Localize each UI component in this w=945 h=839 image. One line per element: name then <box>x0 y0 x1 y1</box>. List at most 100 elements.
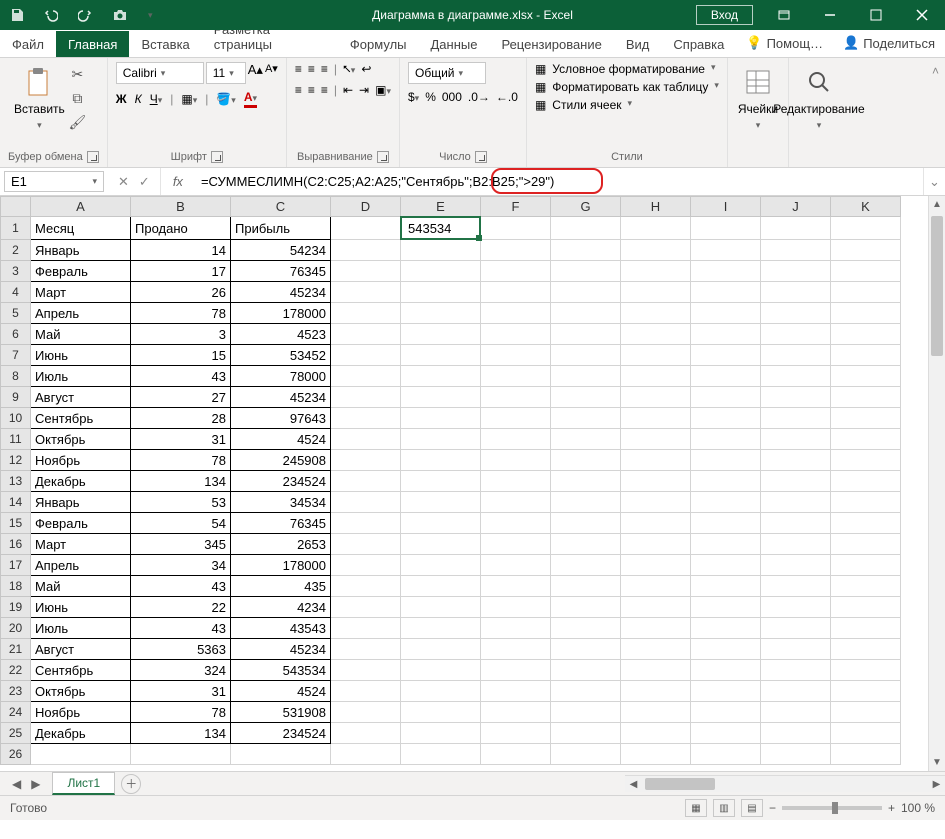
cell[interactable]: 76345 <box>231 261 331 282</box>
cell[interactable]: Прибыль <box>231 217 331 240</box>
cell[interactable] <box>621 513 691 534</box>
cell[interactable] <box>401 408 481 429</box>
cell[interactable] <box>551 471 621 492</box>
italic-icon[interactable]: К <box>135 92 142 106</box>
cell[interactable] <box>331 387 401 408</box>
cell[interactable] <box>761 450 831 471</box>
cell[interactable] <box>691 408 761 429</box>
tab-insert[interactable]: Вставка <box>129 31 201 57</box>
cell[interactable]: 43 <box>131 618 231 639</box>
cell[interactable] <box>831 387 901 408</box>
cell[interactable] <box>621 471 691 492</box>
cut-icon[interactable]: ✂ <box>67 64 87 84</box>
cell[interactable] <box>831 534 901 555</box>
cell[interactable] <box>831 217 901 240</box>
conditional-formatting-button[interactable]: ▦Условное форматирование▾ <box>535 62 716 76</box>
cell[interactable]: 34 <box>131 555 231 576</box>
cell[interactable] <box>551 408 621 429</box>
cell[interactable] <box>761 639 831 660</box>
cell[interactable] <box>401 240 481 261</box>
cell[interactable]: Август <box>31 639 131 660</box>
cell[interactable] <box>621 261 691 282</box>
cell[interactable]: 234524 <box>231 471 331 492</box>
cell[interactable] <box>761 618 831 639</box>
dialog-launcher-icon[interactable] <box>87 151 99 163</box>
cell[interactable] <box>621 660 691 681</box>
cell[interactable] <box>331 240 401 261</box>
tab-data[interactable]: Данные <box>419 31 490 57</box>
row-header[interactable]: 5 <box>1 303 31 324</box>
underline-icon[interactable]: Ч▾ <box>150 92 163 106</box>
cell[interactable] <box>551 282 621 303</box>
cell[interactable]: 531908 <box>231 702 331 723</box>
cell[interactable] <box>761 681 831 702</box>
cell[interactable] <box>761 660 831 681</box>
cell[interactable]: 4234 <box>231 597 331 618</box>
cell[interactable] <box>551 240 621 261</box>
cell[interactable] <box>761 513 831 534</box>
cell[interactable]: 245908 <box>231 450 331 471</box>
sheet-tab[interactable]: Лист1 <box>52 772 115 795</box>
cell[interactable] <box>401 723 481 744</box>
cell[interactable] <box>401 681 481 702</box>
row-header[interactable]: 1 <box>1 217 31 240</box>
cell[interactable] <box>621 723 691 744</box>
cell[interactable] <box>831 282 901 303</box>
cell[interactable] <box>401 324 481 345</box>
cell[interactable] <box>691 513 761 534</box>
camera-icon[interactable] <box>112 8 128 22</box>
tab-file[interactable]: Файл <box>0 31 56 57</box>
cell[interactable] <box>331 345 401 366</box>
cell[interactable] <box>551 429 621 450</box>
cell[interactable] <box>691 429 761 450</box>
cell[interactable] <box>481 639 551 660</box>
cell[interactable] <box>831 324 901 345</box>
cell[interactable] <box>621 303 691 324</box>
cell[interactable] <box>761 702 831 723</box>
cell[interactable] <box>621 324 691 345</box>
cell[interactable] <box>401 261 481 282</box>
cell[interactable] <box>331 723 401 744</box>
cell[interactable] <box>331 261 401 282</box>
sheet-nav-prev-icon[interactable]: ◀ <box>12 777 21 791</box>
comma-icon[interactable]: 000 <box>442 90 462 104</box>
cells-button[interactable]: Ячейки ▾ <box>736 62 780 135</box>
cell[interactable] <box>551 639 621 660</box>
cell[interactable] <box>621 429 691 450</box>
page-layout-view-icon[interactable]: ▥ <box>713 799 735 817</box>
row-header[interactable]: 25 <box>1 723 31 744</box>
cell[interactable] <box>481 681 551 702</box>
row-header[interactable]: 13 <box>1 471 31 492</box>
cell[interactable] <box>331 471 401 492</box>
worksheet-grid[interactable]: ABCDEFGHIJK1 Месяц Продано Прибыль 54353… <box>0 196 945 772</box>
col-header[interactable]: D <box>331 197 401 217</box>
cell[interactable] <box>691 681 761 702</box>
cell[interactable] <box>481 576 551 597</box>
col-header[interactable]: C <box>231 197 331 217</box>
cell[interactable] <box>761 408 831 429</box>
cell[interactable] <box>481 702 551 723</box>
border-icon[interactable]: ▦▾ <box>181 92 197 106</box>
cell[interactable] <box>481 366 551 387</box>
cell[interactable]: 53452 <box>231 345 331 366</box>
cell[interactable] <box>551 681 621 702</box>
enter-formula-icon[interactable]: ✓ <box>139 174 150 190</box>
cell[interactable] <box>761 492 831 513</box>
cell[interactable]: Месяц <box>31 217 131 240</box>
select-all[interactable] <box>1 197 31 217</box>
cell[interactable]: 31 <box>131 681 231 702</box>
cell[interactable] <box>621 639 691 660</box>
decrease-decimal-icon[interactable]: ←.0 <box>496 90 518 104</box>
cell[interactable] <box>331 408 401 429</box>
cell[interactable] <box>761 345 831 366</box>
cell[interactable] <box>621 555 691 576</box>
cell[interactable] <box>691 660 761 681</box>
cell[interactable]: 78000 <box>231 366 331 387</box>
col-header[interactable]: B <box>131 197 231 217</box>
cell[interactable] <box>761 261 831 282</box>
cell[interactable] <box>621 618 691 639</box>
cell[interactable] <box>691 555 761 576</box>
cell[interactable] <box>691 576 761 597</box>
cell[interactable]: 178000 <box>231 303 331 324</box>
cell[interactable] <box>621 702 691 723</box>
